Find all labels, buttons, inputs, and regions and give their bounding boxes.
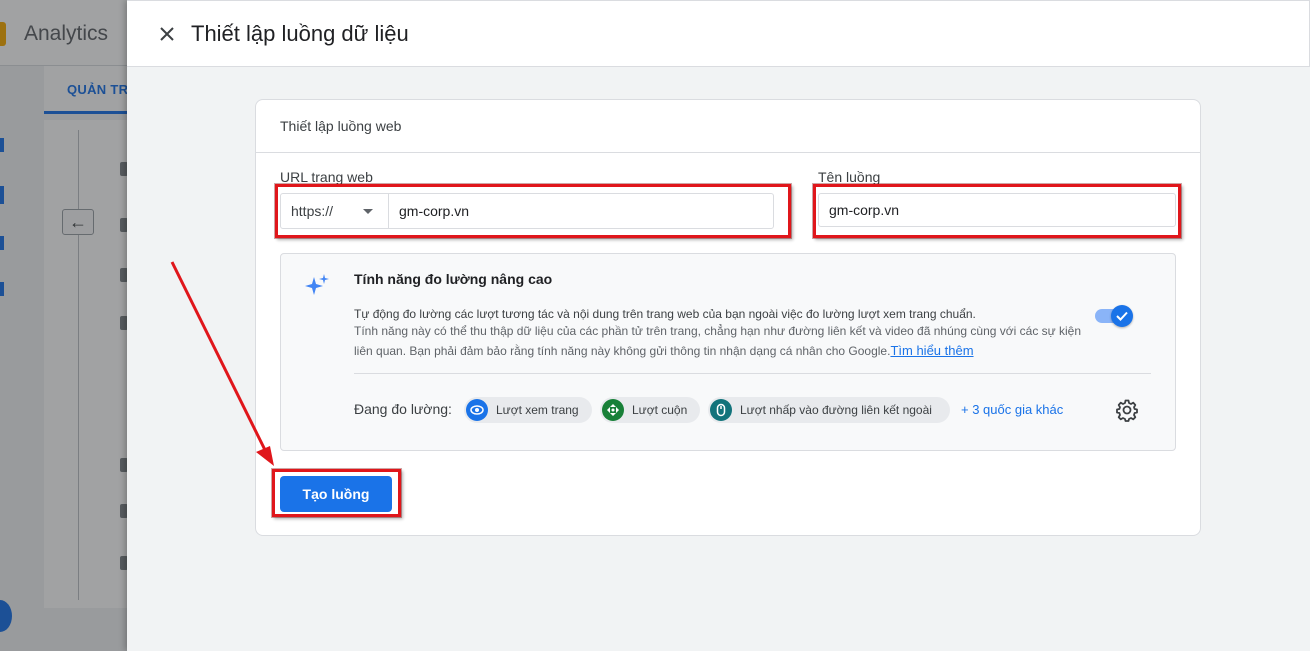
- enhanced-measurement-panel: Tính năng đo lường nâng cao Tự động đo l…: [280, 253, 1176, 451]
- card-title: Thiết lập luồng web: [280, 118, 402, 134]
- chip-page-views: Lượt xem trang: [464, 397, 592, 423]
- web-stream-card: Thiết lập luồng web URL trang web Tên lu…: [255, 99, 1201, 536]
- enhanced-measurement-toggle[interactable]: [1095, 305, 1133, 327]
- learn-more-link[interactable]: Tìm hiểu thêm: [890, 343, 973, 358]
- scroll-icon: [602, 399, 624, 421]
- mouse-icon: [710, 399, 732, 421]
- stream-setup-dialog: Thiết lập luồng dữ liệu Thiết lập luồng …: [127, 0, 1310, 651]
- enhanced-divider: [354, 373, 1151, 374]
- chip-label: Lượt nhấp vào đường liên kết ngoài: [740, 403, 932, 417]
- sparkle-icon: [305, 274, 329, 295]
- chevron-down-icon: [363, 209, 373, 214]
- url-input[interactable]: [389, 194, 773, 228]
- more-events-link[interactable]: + 3 quốc gia khác: [961, 402, 1063, 417]
- dialog-title: Thiết lập luồng dữ liệu: [191, 21, 409, 46]
- card-divider: [256, 152, 1200, 153]
- stream-name-label: Tên luồng: [818, 169, 881, 185]
- enhanced-description-main: Tự động đo lường các lượt tương tác và n…: [354, 307, 976, 321]
- create-stream-button[interactable]: Tạo luồng: [280, 476, 392, 512]
- chip-label: Lượt xem trang: [496, 403, 579, 417]
- enhanced-measurement-title: Tính năng đo lường nâng cao: [354, 271, 553, 287]
- protocol-select[interactable]: https://: [281, 194, 389, 228]
- enhanced-description-detail: Tính năng này có thể thu thập dữ liệu củ…: [354, 322, 1094, 361]
- toggle-thumb: [1111, 305, 1133, 327]
- url-label: URL trang web: [280, 169, 373, 185]
- gear-icon[interactable]: [1115, 398, 1139, 422]
- protocol-value: https://: [291, 203, 334, 219]
- close-button[interactable]: [155, 21, 179, 47]
- dialog-header: Thiết lập luồng dữ liệu: [127, 0, 1310, 67]
- background-scrim: [0, 0, 128, 651]
- chip-label: Lượt cuộn: [632, 403, 688, 417]
- eye-icon: [466, 399, 488, 421]
- close-icon: [160, 27, 174, 41]
- chip-outbound-clicks: Lượt nhấp vào đường liên kết ngoài: [708, 397, 950, 423]
- chip-scrolls: Lượt cuộn: [600, 397, 700, 423]
- measuring-label: Đang đo lường:: [354, 401, 452, 417]
- stream-name-input[interactable]: [818, 193, 1176, 227]
- url-field-group: https://: [280, 193, 774, 229]
- checkmark-icon: [1116, 311, 1128, 321]
